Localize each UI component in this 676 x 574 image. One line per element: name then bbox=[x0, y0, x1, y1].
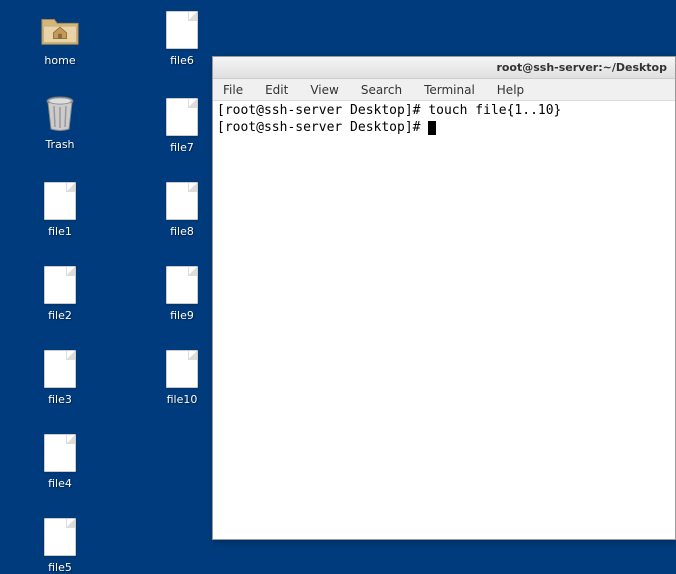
icon-label: file10 bbox=[147, 393, 217, 406]
terminal-body[interactable]: [root@ssh-server Desktop]# touch file{1.… bbox=[213, 101, 675, 539]
icon-label: file5 bbox=[25, 561, 95, 574]
file-icon bbox=[44, 434, 76, 472]
window-title-bar[interactable]: root@ssh-server:~/Desktop bbox=[213, 57, 675, 79]
terminal-prompt: [root@ssh-server Desktop]# bbox=[217, 103, 428, 118]
menu-search[interactable]: Search bbox=[357, 81, 406, 99]
file3-icon[interactable]: file3 bbox=[25, 349, 95, 406]
icon-label: file1 bbox=[25, 225, 95, 238]
file6-icon[interactable]: file6 bbox=[147, 10, 217, 67]
file4-icon[interactable]: file4 bbox=[25, 433, 95, 490]
file8-icon[interactable]: file8 bbox=[147, 181, 217, 238]
folder-icon bbox=[40, 13, 80, 47]
icon-label: file2 bbox=[25, 309, 95, 322]
icon-label: file9 bbox=[147, 309, 217, 322]
file-icon bbox=[166, 98, 198, 136]
trash-icon bbox=[42, 95, 78, 133]
menu-file[interactable]: File bbox=[219, 81, 247, 99]
file1-icon[interactable]: file1 bbox=[25, 181, 95, 238]
icon-label: file4 bbox=[25, 477, 95, 490]
terminal-window[interactable]: root@ssh-server:~/Desktop File Edit View… bbox=[212, 56, 676, 540]
menu-terminal[interactable]: Terminal bbox=[420, 81, 479, 99]
file-icon bbox=[166, 11, 198, 49]
file-icon bbox=[166, 350, 198, 388]
file-icon bbox=[44, 266, 76, 304]
icon-label: file6 bbox=[147, 54, 217, 67]
menu-view[interactable]: View bbox=[306, 81, 342, 99]
icon-label: home bbox=[25, 54, 95, 67]
desktop: home Trash file1 bbox=[0, 0, 676, 570]
menu-edit[interactable]: Edit bbox=[261, 81, 292, 99]
file-icon bbox=[44, 350, 76, 388]
menu-bar: File Edit View Search Terminal Help bbox=[213, 79, 675, 101]
file-icon bbox=[44, 182, 76, 220]
icon-label: file7 bbox=[147, 141, 217, 154]
menu-help[interactable]: Help bbox=[493, 81, 528, 99]
terminal-prompt: [root@ssh-server Desktop]# bbox=[217, 120, 428, 135]
icon-label: file3 bbox=[25, 393, 95, 406]
icon-label: Trash bbox=[25, 138, 95, 151]
file9-icon[interactable]: file9 bbox=[147, 265, 217, 322]
file7-icon[interactable]: file7 bbox=[147, 97, 217, 154]
file-icon bbox=[166, 182, 198, 220]
file-icon bbox=[166, 266, 198, 304]
home-folder-icon[interactable]: home bbox=[25, 10, 95, 67]
terminal-command: touch file{1..10} bbox=[428, 103, 561, 118]
file5-icon[interactable]: file5 bbox=[25, 517, 95, 574]
terminal-cursor bbox=[428, 121, 436, 135]
file-icon bbox=[44, 518, 76, 556]
file2-icon[interactable]: file2 bbox=[25, 265, 95, 322]
window-title: root@ssh-server:~/Desktop bbox=[496, 61, 667, 74]
icon-label: file8 bbox=[147, 225, 217, 238]
trash-desktop-icon[interactable]: Trash bbox=[25, 94, 95, 151]
file10-icon[interactable]: file10 bbox=[147, 349, 217, 406]
